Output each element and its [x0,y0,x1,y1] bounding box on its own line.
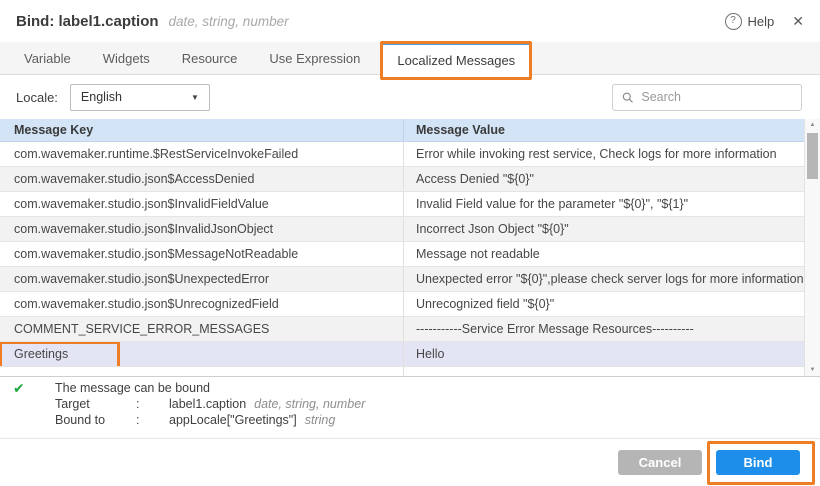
target-types: date, string, number [254,397,365,411]
bind-button[interactable]: Bind [716,450,800,475]
message-key-cell: com.wavemaker.studio.json$InvalidFieldVa… [0,192,404,216]
search-icon [622,91,633,104]
message-key-cell: com.wavemaker.studio.json$InvalidJsonObj… [0,217,404,241]
help-icon[interactable]: ? [725,13,742,30]
binding-summary: ✔ The message can be bound Target : labe… [0,380,820,428]
table-row[interactable]: com.wavemaker.studio.json$MessageNotRead… [0,242,804,267]
dialog-subtitle-types: date, string, number [169,14,289,29]
table-row[interactable]: COMMENT_SERVICE_ERROR_MESSAGES ---------… [0,317,804,342]
bound-to-label: Bound to [55,413,136,427]
message-value-cell: -----------Service Error Message Resourc… [404,317,804,341]
message-value-cell: Unrecognized field "${0}" [404,292,804,316]
table-row-selected-greetings[interactable]: Greetings Hello [0,342,804,367]
table-row[interactable]: com.wavemaker.studio.json$UnexpectedErro… [0,267,804,292]
help-link[interactable]: Help [748,14,775,29]
target-value: label1.caption [169,397,246,411]
tab-widgets[interactable]: Widgets [93,42,160,74]
message-key-cell: Greetings [0,342,404,366]
cancel-button[interactable]: Cancel [618,450,702,475]
table-row[interactable]: com.wavemaker.studio.json$UnrecognizedFi… [0,292,804,317]
bind-dialog: Bind: label1.caption date, string, numbe… [0,0,820,486]
table-header-row: Message Key Message Value [0,119,804,142]
tab-resource[interactable]: Resource [172,42,248,74]
column-header-message-value: Message Value [404,119,804,141]
table-row-partial[interactable] [0,367,804,376]
message-key-cell: com.wavemaker.studio.json$UnexpectedErro… [0,267,404,291]
toolbar: Locale: English ▼ [0,76,820,118]
message-value-cell: Invalid Field value for the parameter "$… [404,192,804,216]
scroll-down-icon[interactable]: ▼ [805,367,820,373]
dialog-title: Bind: label1.caption [16,13,159,30]
bound-type: string [305,413,336,427]
table-scrollbar[interactable]: ▲ ▼ [804,119,820,376]
scroll-up-icon[interactable]: ▲ [805,122,820,128]
tab-bar: Variable Widgets Resource Use Expression… [0,42,820,75]
message-key-cell: com.wavemaker.studio.json$UnrecognizedFi… [0,292,404,316]
footer-divider [0,438,820,439]
binding-status-line: The message can be bound [55,380,820,396]
bound-value: appLocale["Greetings"] [169,413,297,427]
message-value-cell: Access Denied "${0}" [404,167,804,191]
message-value-cell: Message not readable [404,242,804,266]
dialog-header: Bind: label1.caption date, string, numbe… [0,0,820,42]
tab-use-expression[interactable]: Use Expression [259,42,370,74]
search-input[interactable] [639,89,792,105]
bound-colon: : [136,413,169,427]
message-value-cell: Error while invoking rest service, Check… [404,142,804,166]
messages-table-body: Message Key Message Value com.wavemaker.… [0,119,804,376]
message-key-cell: com.wavemaker.studio.json$MessageNotRead… [0,242,404,266]
tab-localized-messages-label: Localized Messages [397,53,515,68]
message-value-cell: Incorrect Json Object "${0}" [404,217,804,241]
table-row[interactable]: com.wavemaker.studio.json$AccessDenied A… [0,167,804,192]
target-label: Target [55,397,136,411]
close-icon[interactable]: ✕ [792,13,804,30]
message-value-cell: Unexpected error "${0}",please check ser… [404,267,804,291]
tab-localized-messages[interactable]: Localized Messages [382,42,530,75]
messages-table: Message Key Message Value com.wavemaker.… [0,119,820,377]
locale-label: Locale: [16,90,58,105]
locale-select[interactable]: English ▼ [70,84,210,111]
table-row[interactable]: com.wavemaker.studio.json$InvalidFieldVa… [0,192,804,217]
header-actions: ? Help ✕ [725,13,804,30]
binding-status-text: The message can be bound [55,381,210,395]
binding-target-line: Target : label1.caption date, string, nu… [55,396,820,412]
message-value-cell: Hello [404,342,804,366]
chevron-down-icon: ▼ [191,93,199,102]
message-value-cell [404,367,804,376]
message-key-text: Greetings [14,347,68,361]
message-key-cell: COMMENT_SERVICE_ERROR_MESSAGES [0,317,404,341]
binding-bound-line: Bound to : appLocale["Greetings"] string [55,412,820,428]
table-row[interactable]: com.wavemaker.studio.json$InvalidJsonObj… [0,217,804,242]
target-colon: : [136,397,169,411]
table-row[interactable]: com.wavemaker.runtime.$RestServiceInvoke… [0,142,804,167]
bind-button-wrap: Bind [716,450,800,475]
scrollbar-thumb[interactable] [807,133,818,179]
message-key-cell [0,367,404,376]
check-icon: ✔ [13,380,25,397]
message-key-cell: com.wavemaker.runtime.$RestServiceInvoke… [0,142,404,166]
tab-variable[interactable]: Variable [14,42,81,74]
message-key-cell: com.wavemaker.studio.json$AccessDenied [0,167,404,191]
search-box[interactable] [612,84,802,111]
locale-selected-value: English [81,90,122,104]
column-header-message-key: Message Key [0,119,404,141]
